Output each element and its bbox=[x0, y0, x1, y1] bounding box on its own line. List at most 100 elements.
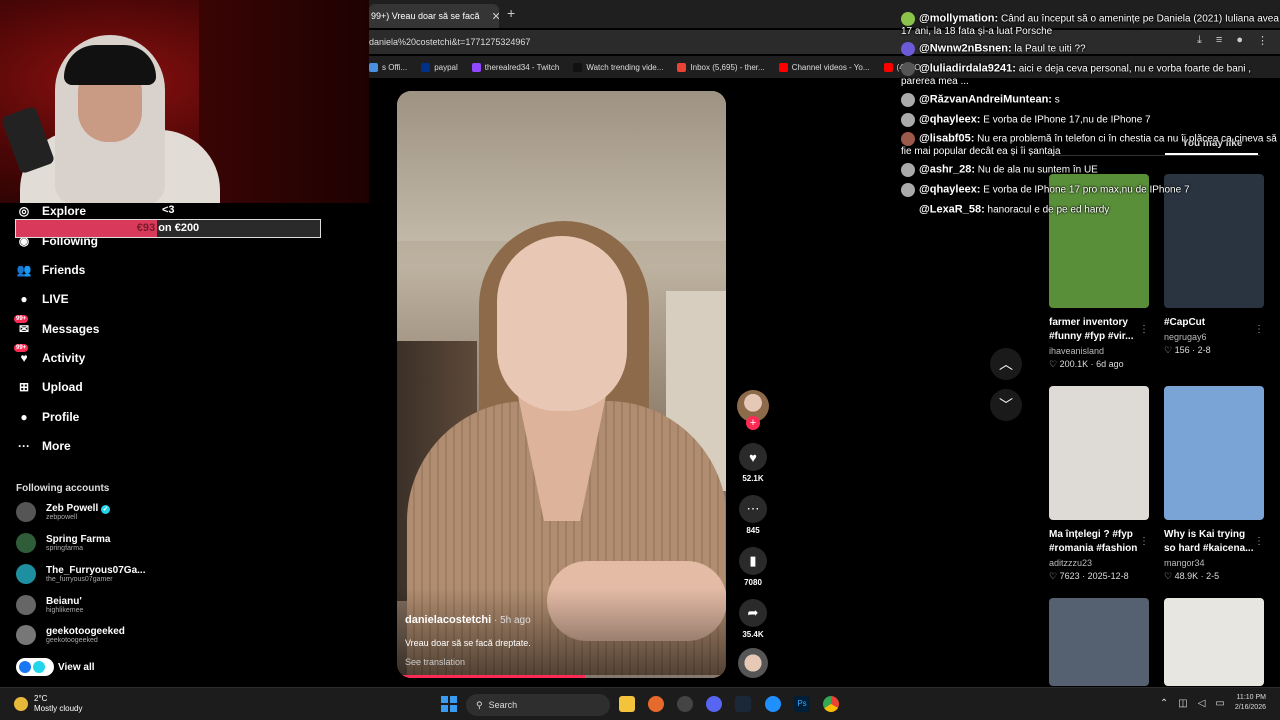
bookmark-favicon-icon bbox=[677, 62, 687, 72]
recommended-title: Ma înțelegi ? #fyp #romania #fashion bbox=[1049, 529, 1138, 554]
sidebar-item-profile[interactable]: ● Profile bbox=[16, 409, 79, 425]
battery-icon[interactable]: ▭ bbox=[1215, 698, 1224, 709]
avatar bbox=[16, 564, 36, 584]
more-options-icon[interactable]: ⋮ bbox=[1254, 536, 1264, 547]
sidebar-item-more[interactable]: ··· More bbox=[16, 438, 71, 454]
sidebar-item-upload[interactable]: ⊞ Upload bbox=[16, 379, 83, 395]
following-account[interactable]: The_Furryous07Ga... the_furryous07gamer bbox=[16, 564, 145, 584]
donation-goal-label: on €200 bbox=[155, 222, 200, 234]
bookmark-item[interactable]: s Offi... bbox=[369, 62, 407, 72]
new-tab-icon[interactable]: + bbox=[507, 5, 515, 21]
heart-outline-icon: ♡ bbox=[1049, 571, 1060, 581]
donation-goal-bar: €93 on €200 bbox=[15, 219, 321, 238]
sidebar-item-label: Messages bbox=[42, 322, 100, 336]
browser-tab[interactable]: 99+) Vreau doar să se facă ✕ bbox=[369, 4, 499, 28]
volume-icon[interactable]: ◁ bbox=[1198, 698, 1206, 709]
recommended-video[interactable] bbox=[1164, 598, 1266, 686]
more-options-icon[interactable]: ⋮ bbox=[1139, 324, 1149, 335]
obs-icon[interactable] bbox=[677, 696, 693, 712]
recommended-video[interactable]: Ma înțelegi ? #fyp #romania #fashion ⋮ adi… bbox=[1049, 386, 1151, 582]
see-translation-link[interactable]: See translation bbox=[405, 657, 465, 667]
account-username: highlikemee bbox=[46, 607, 84, 614]
video-player[interactable]: danielacostetchi · 5h ago Vreau doar să … bbox=[397, 91, 726, 678]
like-button[interactable]: ♥ 52.1K bbox=[736, 443, 770, 483]
bookmark-favicon-icon bbox=[883, 62, 893, 72]
url-text: daniela%20costetchi&t=1771275324967 bbox=[369, 37, 531, 47]
sidebar-item-label: Friends bbox=[42, 263, 86, 277]
chat-user-badge-icon bbox=[901, 42, 915, 56]
recommended-stats: ♡ 156 · 2-8 bbox=[1164, 345, 1211, 355]
like-count: 52.1K bbox=[742, 474, 764, 483]
following-account[interactable]: Spring Farma springfarma bbox=[16, 533, 110, 553]
account-name: geekotoogeeked bbox=[46, 626, 125, 637]
previous-video-button[interactable]: ︿ bbox=[990, 348, 1022, 380]
compass-icon: ◎ bbox=[18, 204, 30, 218]
sidebar-item-messages[interactable]: ✉ 99+ Messages bbox=[14, 315, 100, 337]
clock[interactable]: 11:10 PM 2/16/2026 bbox=[1235, 693, 1266, 713]
chat-message: @Nwnw2nBsnen: la Paul te uiti ?? bbox=[901, 42, 1279, 56]
recommended-video[interactable]: Why is Kai trying so hard #kaicena... ⋮ ma… bbox=[1164, 386, 1266, 582]
network-icon[interactable]: ◫ bbox=[1178, 698, 1187, 709]
weather-temp: 2°C bbox=[34, 694, 48, 703]
chat-user-badge-icon bbox=[901, 113, 915, 127]
save-button[interactable]: ▮ 7080 bbox=[736, 547, 770, 587]
bookmark-item[interactable]: Inbox (5,695) - ther... bbox=[677, 62, 765, 72]
more-options-icon[interactable]: ⋮ bbox=[1139, 536, 1149, 547]
share-icon: ➦ bbox=[739, 599, 767, 627]
music-disc-icon[interactable] bbox=[738, 648, 768, 678]
steam-icon[interactable] bbox=[735, 696, 751, 712]
bookmark-favicon-icon bbox=[471, 62, 481, 72]
video-thumbnail bbox=[1049, 386, 1149, 520]
firefox-icon[interactable] bbox=[648, 696, 664, 712]
sidebar: ◎ Explore ◉ Following 👥 Friends ● LIVE ✉ 99+ Messa… bbox=[0, 203, 369, 687]
sidebar-item-label: Explore bbox=[42, 204, 87, 218]
chat-username: @mollymation: bbox=[919, 12, 999, 25]
chevron-down-icon: ﹀ bbox=[999, 397, 1013, 413]
share-button[interactable]: ➦ 35.4K bbox=[736, 599, 770, 639]
photoshop-icon[interactable]: Ps bbox=[794, 696, 810, 712]
sidebar-item-explore[interactable]: ◎ Explore bbox=[16, 203, 86, 219]
chat-text: E vorba de IPhone 17 pro max,nu de IPhon… bbox=[980, 184, 1190, 196]
avatar bbox=[16, 625, 36, 645]
chat-username: @LexaR_58: bbox=[919, 203, 985, 216]
windows-start-icon[interactable] bbox=[441, 696, 457, 712]
webcam-feed bbox=[0, 0, 369, 203]
recommended-stats: ♡ 7623 · 2025-12-8 bbox=[1049, 571, 1129, 581]
weather-widget[interactable]: 2°C Mostly cloudy bbox=[14, 694, 82, 714]
recommended-video[interactable] bbox=[1049, 598, 1151, 686]
follow-plus-icon[interactable]: + bbox=[746, 416, 760, 430]
app-icon[interactable] bbox=[765, 696, 781, 712]
video-thumbnail bbox=[1049, 598, 1149, 686]
author-avatar-button[interactable]: + bbox=[736, 390, 770, 430]
chat-text: hanoracul e de pe ed hardy bbox=[984, 204, 1110, 216]
upload-icon: ⊞ bbox=[18, 380, 30, 394]
video-progress-fill bbox=[397, 675, 585, 678]
bookmark-item[interactable]: therealred34 - Twitch bbox=[471, 62, 559, 72]
sidebar-item-friends[interactable]: 👥 Friends bbox=[16, 262, 86, 278]
bookmark-item[interactable]: paypal bbox=[421, 62, 458, 72]
chevron-up-icon: ︿ bbox=[999, 356, 1013, 372]
discord-icon[interactable] bbox=[706, 696, 722, 712]
close-tab-icon[interactable]: ✕ bbox=[491, 10, 499, 23]
more-options-icon[interactable]: ⋮ bbox=[1254, 324, 1264, 335]
recommended-author: ihaveanisland bbox=[1049, 346, 1105, 356]
sidebar-item-activity[interactable]: ♥ 99+ Activity bbox=[14, 344, 86, 366]
bookmark-item[interactable]: Channel videos - Yo... bbox=[778, 62, 870, 72]
following-account[interactable]: Zeb Powell ✓ zebpowell bbox=[16, 502, 111, 522]
sidebar-item-label: Activity bbox=[42, 351, 86, 365]
next-video-button[interactable]: ﹀ bbox=[990, 389, 1022, 421]
video-author[interactable]: danielacostetchi · 5h ago bbox=[405, 614, 531, 626]
bookmark-item[interactable]: Watch trending vide... bbox=[573, 62, 663, 72]
comment-button[interactable]: ⋯ 845 bbox=[736, 495, 770, 535]
following-account[interactable]: Beianu' highlikemee bbox=[16, 595, 83, 615]
following-account[interactable]: geekotoogeeked geekotoogeeked bbox=[16, 625, 125, 645]
file-explorer-icon[interactable] bbox=[619, 696, 635, 712]
tray-chevron-up-icon[interactable]: ⌃ bbox=[1160, 698, 1168, 709]
recommended-author: negrugay6 bbox=[1164, 332, 1207, 342]
taskbar-search[interactable]: ⚲ Search bbox=[466, 694, 610, 716]
view-all-button[interactable]: View all bbox=[16, 658, 95, 676]
chat-user-badge-icon bbox=[901, 93, 915, 107]
video-progress-bar[interactable] bbox=[397, 675, 726, 678]
chrome-icon[interactable] bbox=[823, 696, 839, 712]
sidebar-item-live[interactable]: ● LIVE bbox=[16, 291, 68, 307]
